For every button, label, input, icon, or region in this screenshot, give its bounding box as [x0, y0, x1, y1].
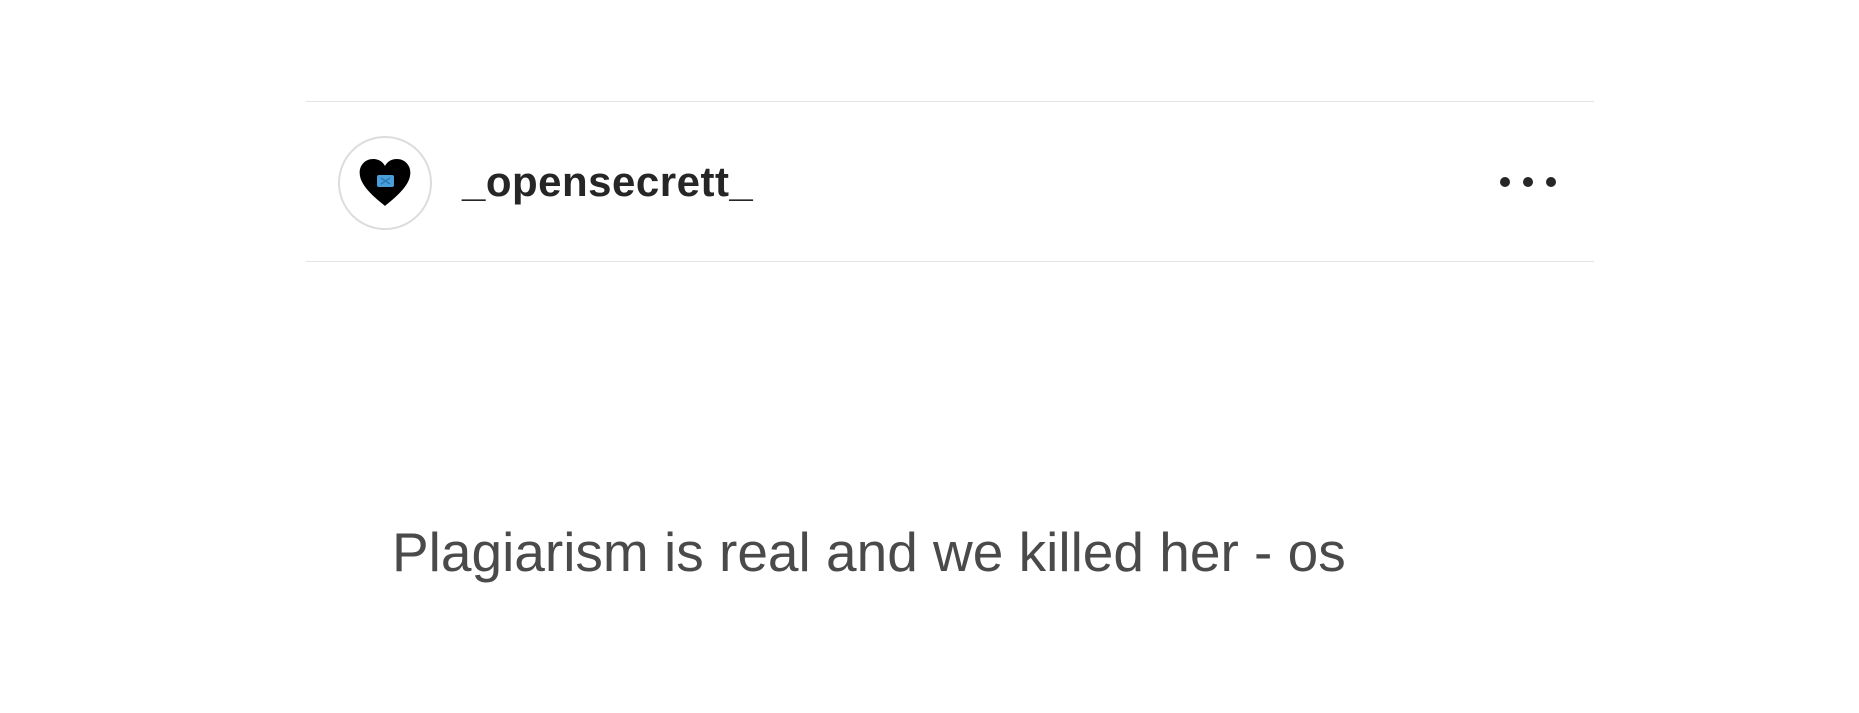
- heart-icon: [359, 159, 411, 206]
- post-header: _opensecrett_: [306, 101, 1594, 262]
- more-options-icon: [1546, 177, 1556, 187]
- more-options-button[interactable]: [1500, 162, 1556, 202]
- more-options-icon: [1500, 177, 1510, 187]
- avatar[interactable]: [338, 136, 432, 230]
- post-caption: Plagiarism is real and we killed her - o…: [392, 521, 1346, 583]
- username-link[interactable]: _opensecrett_: [462, 154, 753, 210]
- more-options-icon: [1523, 177, 1533, 187]
